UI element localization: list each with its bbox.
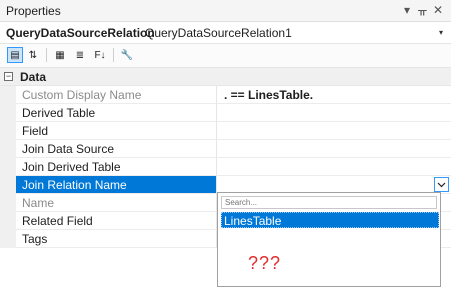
close-icon[interactable]: ✕ — [433, 3, 443, 17]
sort-icon[interactable]: F↓ — [92, 47, 108, 63]
property-row[interactable]: Field — [0, 122, 451, 140]
property-name: Join Relation Name — [16, 176, 217, 194]
object-name: QueryDataSourceRelation — [6, 26, 155, 40]
row-gutter — [0, 230, 16, 248]
window-menu-icon[interactable]: ▾ — [404, 3, 410, 17]
row-gutter — [0, 176, 16, 194]
category-label: Data — [20, 70, 47, 84]
property-row[interactable]: Join Data Source — [0, 140, 451, 158]
row-gutter — [0, 158, 16, 176]
properties-toolbar: ▤ ⇅ ▦ ≣ F↓ 🔧 — [0, 44, 451, 68]
properties-title-bar: Properties ▾ ᚂ ✕ — [0, 0, 451, 22]
row-gutter — [0, 104, 16, 122]
property-row[interactable]: Join Derived Table — [0, 158, 451, 176]
property-name: Custom Display Name — [16, 86, 217, 104]
window-title: Properties — [6, 4, 61, 18]
property-name: Derived Table — [16, 104, 217, 122]
toolbar-separator — [113, 48, 114, 62]
alphabetical-icon[interactable]: ⇅ — [25, 47, 41, 63]
properties-icon[interactable]: ▦ — [52, 47, 68, 63]
chevron-down-icon — [437, 182, 446, 187]
property-name: Join Data Source — [16, 140, 217, 158]
property-value[interactable]: . == LinesTable. — [217, 86, 451, 104]
relation-dropdown: LinesTable ??? — [217, 192, 441, 287]
annotation-text: ??? — [248, 253, 282, 273]
pin-icon[interactable]: ᚂ — [418, 3, 427, 17]
row-gutter — [0, 194, 16, 212]
object-selector[interactable]: QueryDataSourceRelation QueryDataSourceR… — [0, 22, 451, 44]
dropdown-button[interactable] — [434, 177, 449, 192]
property-value[interactable] — [217, 140, 451, 158]
toolbar-separator — [46, 48, 47, 62]
property-value[interactable] — [217, 158, 451, 176]
row-gutter — [0, 86, 16, 104]
property-name: Related Field — [16, 212, 217, 230]
chevron-down-icon[interactable]: ▾ — [439, 28, 443, 37]
collapse-icon[interactable]: − — [4, 72, 13, 81]
property-name: Name — [16, 194, 217, 212]
property-name: Join Derived Table — [16, 158, 217, 176]
row-gutter — [0, 122, 16, 140]
property-pages-icon[interactable]: 🔧 — [119, 47, 135, 63]
row-gutter — [0, 140, 16, 158]
property-row[interactable]: Custom Display Name . == LinesTable. — [0, 86, 451, 104]
property-value[interactable] — [217, 122, 451, 140]
categorized-icon[interactable]: ▤ — [7, 47, 23, 63]
property-name: Field — [16, 122, 217, 140]
events-icon[interactable]: ≣ — [72, 47, 88, 63]
property-name: Tags — [16, 230, 217, 248]
property-row[interactable]: Derived Table — [0, 104, 451, 122]
object-type: QueryDataSourceRelation1 — [145, 26, 292, 40]
search-input[interactable] — [221, 196, 437, 209]
dropdown-option[interactable]: LinesTable — [221, 212, 439, 228]
category-data[interactable]: − Data — [0, 68, 451, 86]
property-value[interactable] — [217, 104, 451, 122]
row-gutter — [0, 212, 16, 230]
